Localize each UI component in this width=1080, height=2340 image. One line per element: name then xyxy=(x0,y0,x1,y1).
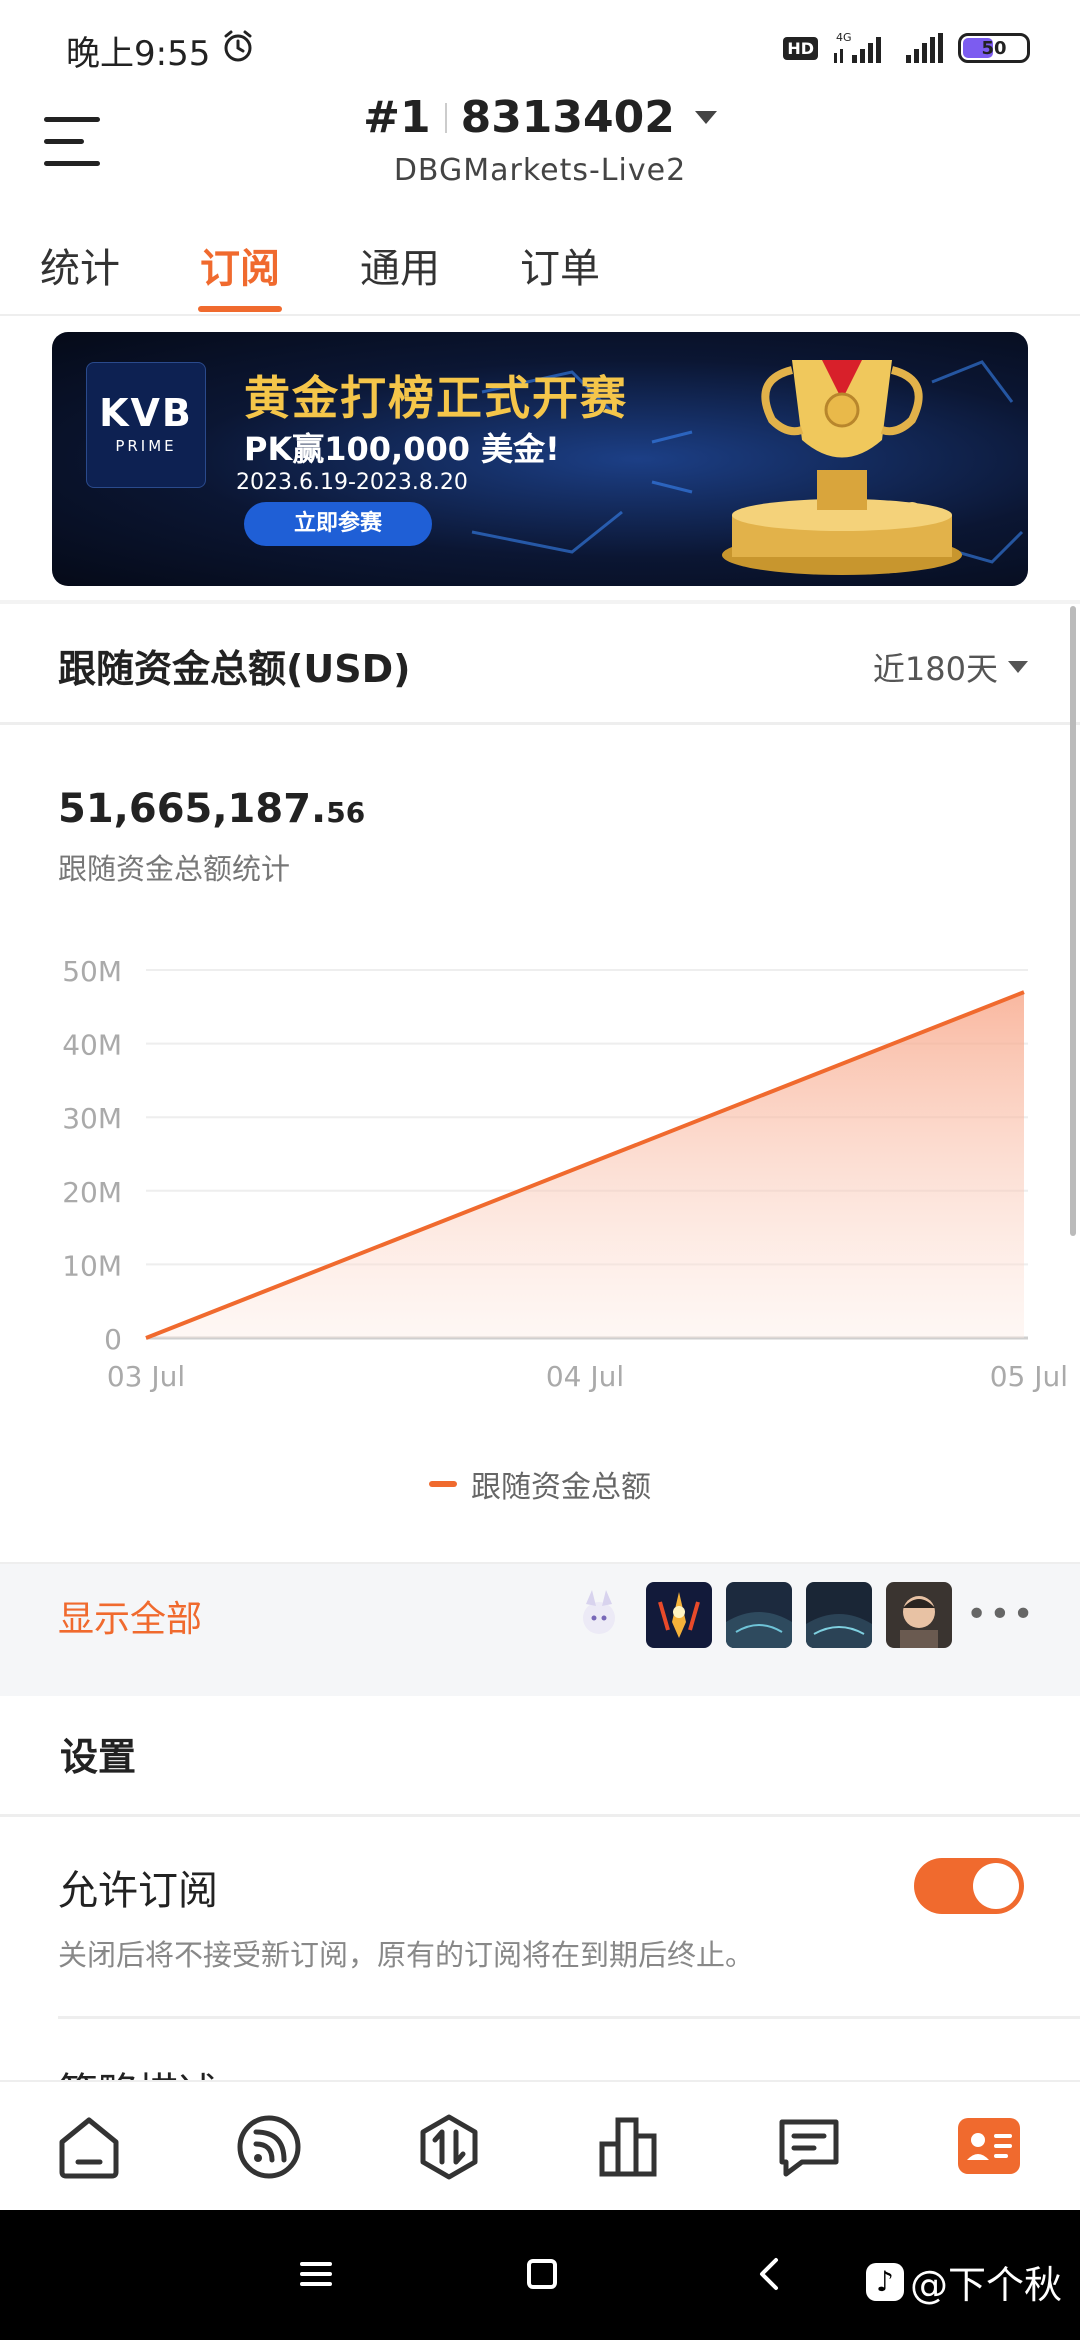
y-tick-label: 50M xyxy=(62,955,122,988)
y-tick-label: 40M xyxy=(62,1029,122,1062)
y-tick-label: 30M xyxy=(62,1102,122,1135)
watermark: ♪ @下个秋 xyxy=(865,2254,1062,2309)
tab-subscription[interactable]: 订阅 xyxy=(200,236,280,294)
status-icons: HD 4G 50 xyxy=(783,28,1030,68)
divider xyxy=(58,2016,1080,2019)
divider xyxy=(0,722,1080,725)
hd-badge: HD xyxy=(783,36,818,60)
feed-icon[interactable] xyxy=(234,2112,304,2182)
avatar xyxy=(886,1582,952,1648)
settings-title: 设置 xyxy=(60,1735,137,1779)
tab-bar: 统计 订阅 通用 订单 xyxy=(0,228,1080,316)
x-tick-label: 03 Jul xyxy=(107,1360,185,1393)
follow-funds-chart: 0 10M 20M 30M 40M 50M 03 Jul 04 Jul 05 Jul xyxy=(62,955,1068,1393)
home-button-icon[interactable] xyxy=(520,2252,564,2296)
subscribers-row[interactable]: 显示全部 ••• xyxy=(0,1562,1080,1668)
banner-dates: 2023.6.19-2023.8.20 xyxy=(236,470,468,495)
avatar xyxy=(806,1582,872,1648)
tab-general[interactable]: 通用 xyxy=(360,236,440,294)
trophy-icon xyxy=(722,360,962,575)
y-tick-label: 0 xyxy=(104,1323,122,1356)
chart-legend: 跟随资金总额 xyxy=(0,1462,1080,1506)
caret-down-icon xyxy=(694,111,717,124)
system-navigation-bar: ♪ @下个秋 xyxy=(0,2210,1080,2340)
account-selector[interactable]: #1 8313402 DBGMarkets-Live2 xyxy=(0,92,1080,188)
server-name: DBGMarkets-Live2 xyxy=(393,153,687,188)
promo-banner[interactable]: KVB PRIME 黄金打榜正式开赛 PK赢100,000 美金! 2023.6… xyxy=(52,332,1028,586)
battery-indicator: 50 xyxy=(958,33,1030,63)
kvb-logo: KVB PRIME xyxy=(86,362,206,488)
total-amount-main: 51,665,187. xyxy=(58,786,327,832)
allow-subscription-label: 允许订阅 xyxy=(58,1868,218,1914)
status-bar: 晚上9:55 HD 4G 50 xyxy=(0,0,1080,90)
range-label: 近180天 xyxy=(872,650,998,688)
chart-bars-icon[interactable] xyxy=(594,2112,664,2182)
x-tick-label: 04 Jul xyxy=(546,1360,624,1393)
bottom-navigation xyxy=(0,2080,1080,2210)
avatar xyxy=(566,1582,632,1648)
show-all-link[interactable]: 显示全部 xyxy=(58,1590,202,1642)
section-gap xyxy=(0,600,1080,604)
alarm-icon xyxy=(224,30,252,62)
message-icon[interactable] xyxy=(774,2112,844,2182)
banner-subline: PK赢100,000 美金! xyxy=(244,430,560,468)
toggle-knob xyxy=(973,1863,1019,1909)
account-rank: #1 xyxy=(363,92,431,143)
tab-orders[interactable]: 订单 xyxy=(520,236,600,294)
profile-card-icon[interactable] xyxy=(954,2112,1024,2182)
total-amount: 51,665,187.56 xyxy=(58,786,365,832)
y-tick-label: 10M xyxy=(62,1249,122,1282)
signal-icon xyxy=(906,33,943,63)
account-number: 8313402 xyxy=(460,92,675,143)
banner-cta-button[interactable]: 立即参赛 xyxy=(244,502,432,546)
recent-apps-icon[interactable] xyxy=(294,2252,338,2296)
banner-headline: 黄金打榜正式开赛 xyxy=(244,371,628,425)
total-amount-label: 跟随资金总额统计 xyxy=(58,852,291,886)
status-time: 晚上9:55 xyxy=(66,34,211,74)
svg-text:4G: 4G xyxy=(836,31,852,44)
more-icon[interactable]: ••• xyxy=(966,1582,1034,1648)
avatar xyxy=(726,1582,792,1648)
subscriber-avatars: ••• xyxy=(566,1582,1034,1648)
allow-subscription-toggle[interactable] xyxy=(914,1858,1024,1914)
tab-statistics[interactable]: 统计 xyxy=(40,236,120,294)
douyin-logo-icon: ♪ xyxy=(865,2262,904,2301)
home-icon[interactable] xyxy=(54,2112,124,2182)
section-gap xyxy=(0,1668,1080,1696)
caret-down-icon xyxy=(1008,661,1028,673)
back-icon[interactable] xyxy=(748,2252,792,2296)
scrollbar[interactable] xyxy=(1070,606,1076,1236)
y-tick-label: 20M xyxy=(62,1176,122,1209)
legend-swatch xyxy=(429,1481,457,1487)
card-title: 跟随资金总额(USD) xyxy=(58,647,411,691)
active-tab-indicator xyxy=(198,306,282,312)
legend-label: 跟随资金总额 xyxy=(471,1470,651,1505)
signal-4g-icon: 4G xyxy=(834,31,881,63)
allow-subscription-description: 关闭后将不接受新订阅，原有的订阅将在到期后终止。 xyxy=(58,1938,755,1972)
trade-icon[interactable] xyxy=(414,2112,484,2182)
avatar xyxy=(646,1582,712,1648)
total-amount-cents: 56 xyxy=(326,796,366,829)
range-selector[interactable]: 近180天 xyxy=(873,644,1028,690)
divider xyxy=(0,1814,1080,1817)
x-tick-label: 05 Jul xyxy=(990,1360,1068,1393)
